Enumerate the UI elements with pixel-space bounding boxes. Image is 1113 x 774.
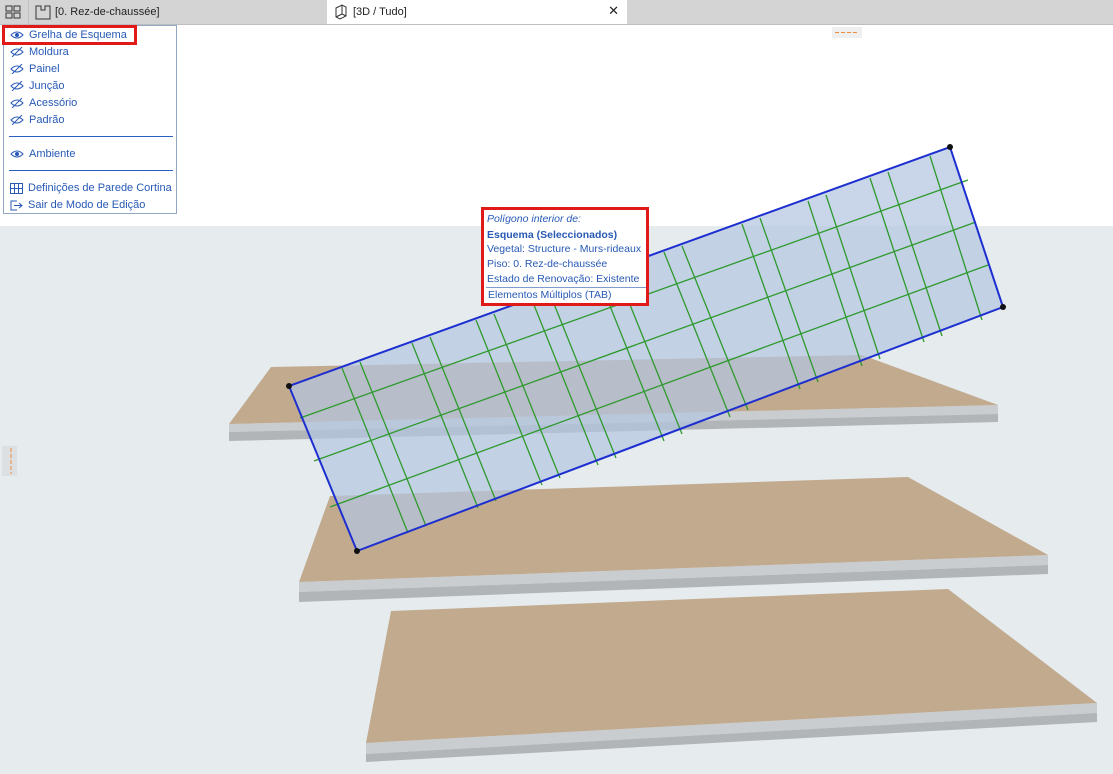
tooltip-line-1: Polígono interior de: <box>487 213 581 225</box>
menu-item-juncao[interactable]: Junção <box>10 78 64 94</box>
curtain-wall-settings-icon <box>10 182 23 194</box>
menu-item-padrao[interactable]: Padrão <box>10 112 64 128</box>
curtain-wall-visibility-menu: Grelha de Esquema Moldura Painel Junção … <box>3 25 177 214</box>
menu-item-label: Painel <box>29 63 60 75</box>
eye-hidden-icon <box>10 64 24 74</box>
menu-item-label: Acessório <box>29 97 78 109</box>
eye-hidden-icon <box>10 47 24 57</box>
eye-hidden-icon <box>10 98 24 108</box>
menu-item-label: Moldura <box>29 46 69 58</box>
top-edge-marker[interactable] <box>832 27 862 38</box>
menu-item-moldura[interactable]: Moldura <box>10 44 69 60</box>
menu-item-definicoes[interactable]: Definições de Parede Cortina <box>10 180 172 196</box>
menu-item-label: Sair de Modo de Edição <box>28 199 146 211</box>
element-info-tooltip: Polígono interior de: Esquema (Seleccion… <box>481 207 649 306</box>
left-edge-marker[interactable] <box>2 446 17 476</box>
menu-item-sair[interactable]: Sair de Modo de Edição <box>10 197 145 213</box>
eye-visible-icon <box>10 150 24 158</box>
menu-divider <box>9 136 173 137</box>
tooltip-line-4: Piso: 0. Rez-de-chaussée <box>487 258 608 270</box>
tooltip-line-6[interactable]: Elementos Múltiplos (TAB) <box>488 289 612 302</box>
tooltip-line-2: Esquema (Seleccionados) <box>487 229 618 241</box>
eye-hidden-icon <box>10 81 24 91</box>
menu-item-label: Definições de Parede Cortina <box>28 182 172 194</box>
tooltip-line-5: Estado de Renovação: Existente <box>487 273 640 285</box>
slab-bottom <box>366 589 1097 762</box>
menu-item-label: Junção <box>29 80 65 92</box>
highlight-frame <box>2 25 137 45</box>
tooltip-divider <box>486 287 646 288</box>
menu-item-label: Ambiente <box>29 148 76 160</box>
menu-item-label: Padrão <box>29 114 65 126</box>
menu-item-ambiente[interactable]: Ambiente <box>10 146 75 162</box>
menu-divider <box>9 170 173 171</box>
exit-edit-mode-icon <box>10 200 23 210</box>
tooltip-line-3: Vegetal: Structure - Murs-rideaux <box>487 243 642 255</box>
menu-item-acessorio[interactable]: Acessório <box>10 95 77 111</box>
menu-item-painel[interactable]: Painel <box>10 61 60 77</box>
eye-hidden-icon <box>10 115 24 125</box>
